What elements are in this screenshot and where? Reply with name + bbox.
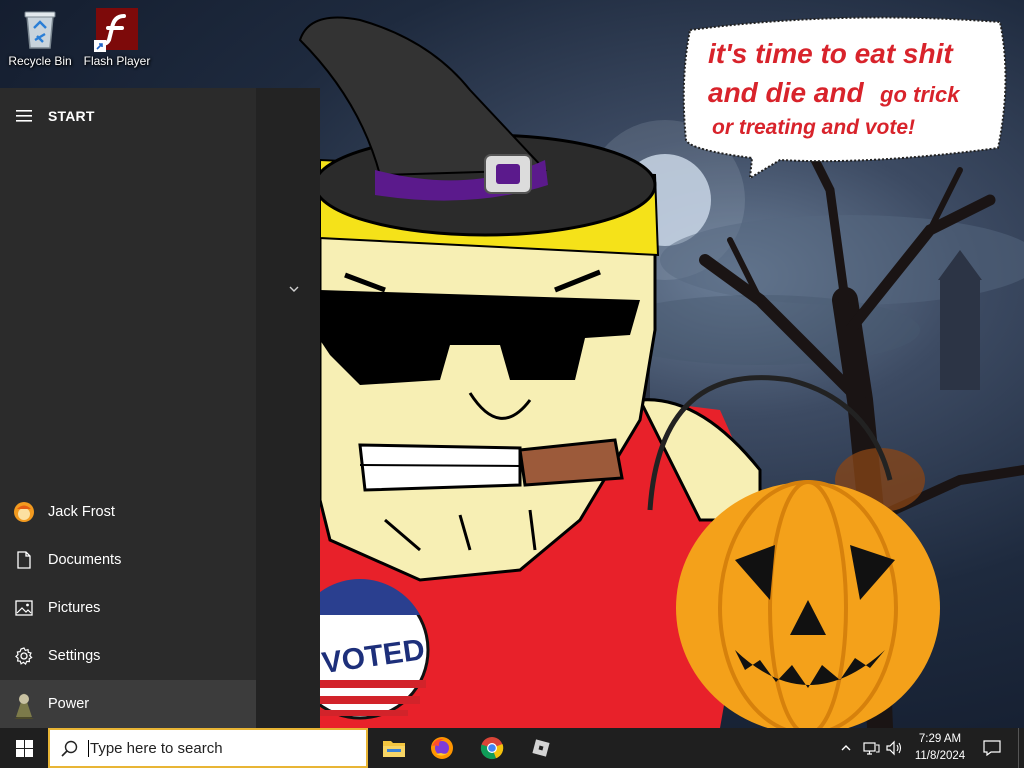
taskbar: 7:29 AM 11/8/2024	[0, 728, 1024, 768]
desktop-icon-flash-player[interactable]: Flash Player	[77, 0, 157, 68]
rail-item-power[interactable]: Power	[0, 680, 256, 728]
volume-icon[interactable]	[884, 738, 904, 758]
recycle-bin-icon	[17, 6, 63, 52]
rail-item-settings[interactable]: Settings	[0, 632, 256, 680]
speech-line-2a: and die and	[708, 77, 864, 108]
network-icon[interactable]	[861, 738, 881, 758]
pictures-icon	[0, 584, 48, 632]
rail-item-label: Settings	[48, 648, 101, 664]
user-avatar-icon	[0, 488, 48, 536]
rail-item-label: Documents	[48, 552, 122, 568]
chrome-icon	[480, 737, 504, 760]
clock-time: 7:29 AM	[918, 733, 962, 745]
rail-item-label: Jack Frost	[48, 504, 115, 520]
start-menu: START Jack Frost Documents Pictures Sett	[0, 88, 320, 728]
gear-icon	[0, 632, 48, 680]
desktop-icon-label: Recycle Bin	[8, 54, 72, 68]
taskbar-app-firefox[interactable]	[418, 728, 466, 768]
start-menu-title: START	[48, 108, 95, 124]
document-icon	[0, 536, 48, 584]
rail-item-pictures[interactable]: Pictures	[0, 584, 256, 632]
file-explorer-icon	[383, 741, 405, 757]
rail-item-label: Power	[48, 696, 90, 712]
taskbar-app-roblox[interactable]	[517, 728, 565, 768]
search-input[interactable]	[90, 739, 350, 757]
rail-item-documents[interactable]: Documents	[0, 536, 256, 584]
taskbar-app-file-explorer[interactable]	[370, 728, 418, 768]
text-cursor	[88, 739, 89, 757]
speech-line-3: or treating and vote!	[712, 116, 915, 139]
witch-hat	[298, 16, 657, 237]
show-desktop-button[interactable]	[1018, 728, 1024, 768]
action-center-icon[interactable]	[980, 728, 1004, 768]
start-menu-tiles-area	[256, 88, 320, 728]
firefox-icon	[431, 737, 453, 759]
clock-date: 11/8/2024	[914, 750, 966, 762]
desktop-icon-recycle-bin[interactable]: Recycle Bin	[0, 0, 80, 68]
start-button[interactable]	[0, 728, 48, 768]
taskbar-search-box[interactable]	[48, 728, 368, 768]
chevron-down-icon[interactable]	[284, 284, 304, 300]
tray-overflow-chevron-icon[interactable]	[838, 738, 854, 758]
speech-line-2b: go trick	[879, 82, 961, 107]
power-icon	[0, 680, 48, 728]
speech-line-1: it's time to eat shit	[708, 38, 954, 69]
start-menu-header: START	[0, 88, 256, 144]
desktop-icon-label: Flash Player	[83, 54, 151, 68]
taskbar-app-chrome[interactable]	[468, 728, 516, 768]
hamburger-menu-icon[interactable]	[0, 88, 48, 144]
rail-item-label: Pictures	[48, 600, 101, 616]
speech-bubble: it's time to eat shit and die and go tri…	[682, 16, 1007, 180]
search-icon	[50, 730, 88, 766]
roblox-icon	[532, 739, 550, 757]
windows-logo-icon	[15, 739, 33, 757]
taskbar-clock[interactable]: 7:29 AM 11/8/2024	[906, 731, 974, 765]
rail-item-user[interactable]: Jack Frost	[0, 488, 256, 536]
start-menu-rail: START Jack Frost Documents Pictures Sett	[0, 88, 256, 728]
flash-player-icon	[94, 6, 140, 52]
